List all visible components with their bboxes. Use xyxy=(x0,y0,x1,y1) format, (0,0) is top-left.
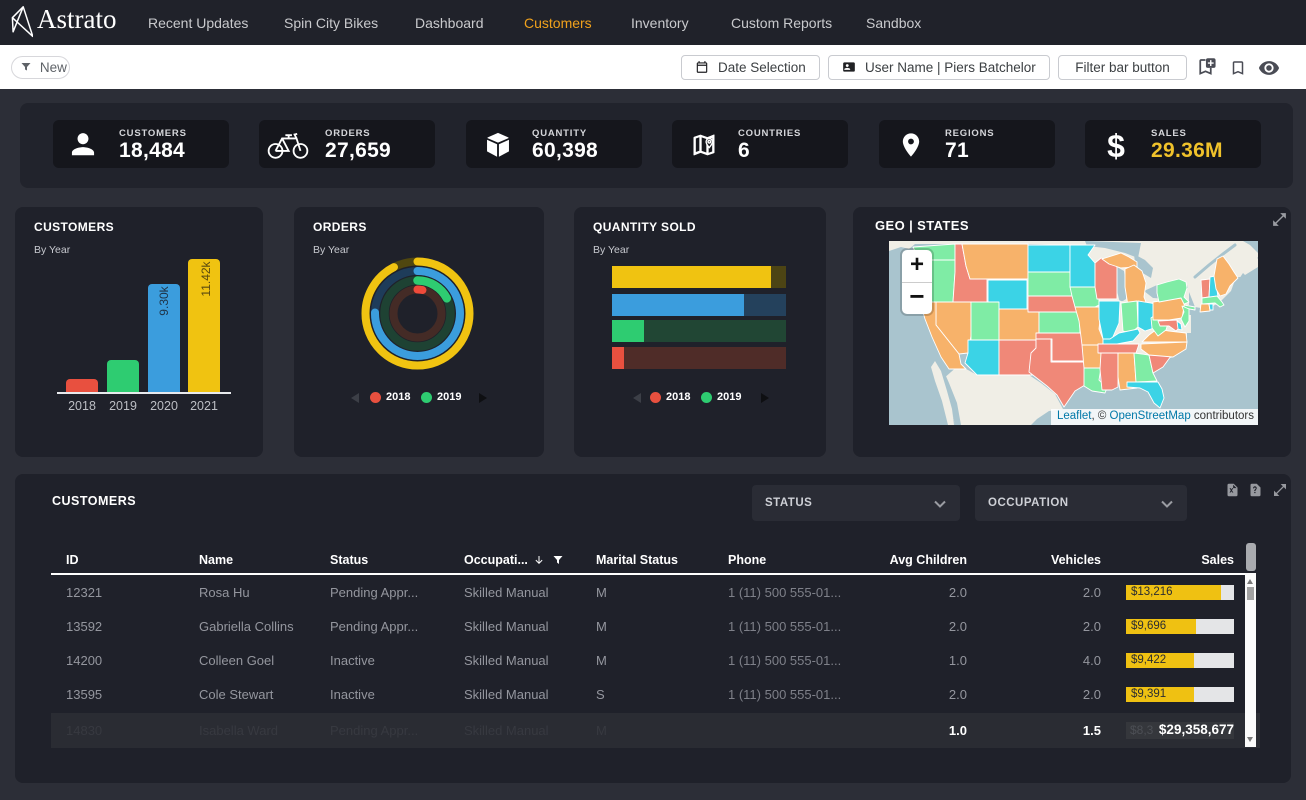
svg-text:$: $ xyxy=(1107,131,1125,163)
